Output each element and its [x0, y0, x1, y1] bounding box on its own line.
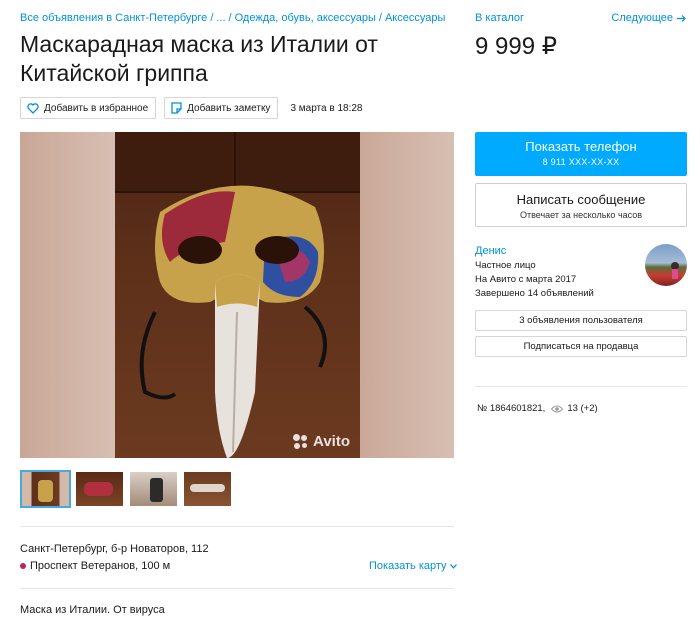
- metro-line-icon: [20, 563, 26, 569]
- avito-watermark: Avito: [293, 433, 350, 450]
- thumbnail-2[interactable]: [74, 470, 125, 508]
- divider: [475, 386, 687, 387]
- thumbnail-4[interactable]: [182, 470, 233, 508]
- page-title: Маскарадная маска из Италии от Китайской…: [20, 31, 378, 86]
- thumbnail-1[interactable]: [20, 470, 71, 508]
- arrow-right-icon: [677, 14, 686, 22]
- breadcrumb-separator: /: [378, 12, 382, 24]
- show-phone-label: Показать телефон: [525, 139, 637, 154]
- catalog-link[interactable]: В каталог: [475, 12, 524, 24]
- seller-info: Денис Частное лицо На Авито с марта 2017…: [475, 245, 594, 299]
- photo-blur-right: [358, 132, 454, 458]
- seller-since: На Авито с марта 2017: [475, 274, 577, 285]
- avito-logo-icon: [293, 433, 309, 450]
- seller-name[interactable]: Денис: [475, 245, 594, 257]
- chevron-down-icon: [449, 563, 457, 569]
- avatar[interactable]: [645, 244, 687, 286]
- view-count: 13 (+2): [567, 403, 598, 414]
- metro-station-label: Проспект Ветеранов, 100 м: [30, 560, 171, 572]
- write-message-label: Написать сообщение: [516, 192, 646, 207]
- write-message-button[interactable]: Написать сообщение Отвечает за несколько…: [475, 183, 687, 227]
- thumbnail-3[interactable]: [128, 470, 179, 508]
- subscribe-seller-button[interactable]: Подписаться на продавца: [475, 336, 687, 357]
- mask-photo: [115, 132, 360, 458]
- add-note-label: Добавить заметку: [187, 102, 271, 114]
- metro-station: Проспект Ветеранов, 100 м: [20, 560, 170, 572]
- photo-blur-left: [20, 132, 116, 458]
- response-time-label: Отвечает за несколько часов: [519, 210, 643, 220]
- show-map-label: Показать карту: [369, 560, 447, 572]
- breadcrumb-item-accessories[interactable]: Аксессуары: [385, 12, 445, 24]
- add-note-button[interactable]: Добавить заметку: [164, 97, 279, 119]
- add-to-favorites-label: Добавить в избранное: [44, 102, 149, 114]
- add-to-favorites-button[interactable]: Добавить в избранное: [20, 97, 157, 119]
- divider: [20, 526, 454, 527]
- next-listing-link[interactable]: Следующее: [611, 12, 686, 24]
- item-meta: № 1864601821, 13 (+2): [477, 403, 598, 414]
- show-map-link[interactable]: Показать карту: [369, 560, 457, 572]
- user-ads-button[interactable]: 3 объявления пользователя: [475, 310, 687, 331]
- masked-phone-number: 8 911 XXX-XX-XX: [542, 157, 620, 167]
- main-photo[interactable]: Avito: [20, 132, 454, 458]
- address: Санкт-Петербург, б-р Новаторов, 112: [20, 543, 209, 555]
- breadcrumb-item-ellipsis[interactable]: ...: [216, 12, 225, 24]
- item-description: Маска из Италии. От вируса: [20, 604, 165, 616]
- show-phone-button[interactable]: Показать телефон 8 911 XXX-XX-XX: [475, 132, 687, 176]
- item-number: № 1864601821,: [477, 403, 546, 414]
- seller-type: Частное лицо: [475, 260, 536, 271]
- listing-actions: Добавить в избранное Добавить заметку 3 …: [20, 97, 362, 119]
- price: 9 999 ₽: [475, 33, 557, 60]
- avatar-image: [671, 262, 679, 279]
- mask-illustration: [115, 132, 360, 458]
- avito-watermark-text: Avito: [313, 433, 350, 450]
- heart-icon: [27, 102, 39, 114]
- divider: [20, 588, 454, 589]
- breadcrumb-item-all[interactable]: Все объявления в Санкт-Петербурге: [20, 12, 207, 24]
- breadcrumb-separator: /: [228, 12, 232, 24]
- breadcrumb-item-clothing[interactable]: Одежда, обувь, аксессуары: [235, 12, 376, 24]
- breadcrumb-separator: /: [210, 12, 214, 24]
- next-listing-label: Следующее: [611, 12, 673, 24]
- listing-date: 3 марта в 18:28: [290, 102, 363, 114]
- note-icon: [171, 102, 182, 114]
- breadcrumb: Все объявления в Санкт-Петербурге /... / Од…: [20, 12, 460, 24]
- eye-icon: [551, 405, 564, 412]
- seller-completed: Завершено 14 объявлений: [475, 288, 594, 299]
- thumbnail-strip: [20, 470, 236, 508]
